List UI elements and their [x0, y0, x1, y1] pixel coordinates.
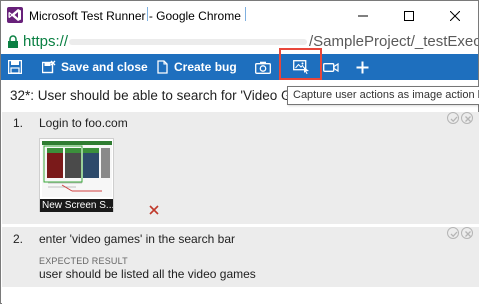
visual-studio-icon — [7, 7, 23, 23]
screenshot-attachment[interactable]: New Screen S... — [39, 138, 114, 212]
title-bar: Microsoft Test Runner - Google Chrome — [1, 1, 478, 31]
save-and-close-label: Save and close — [61, 60, 148, 74]
expected-result-label: EXPECTED RESULT — [39, 256, 128, 266]
save-icon — [8, 60, 22, 74]
plus-icon — [356, 61, 369, 73]
redacted-url-segment — [69, 39, 307, 45]
tooltip: Capture user actions as image action lo — [287, 86, 479, 105]
step-action: Login to foo.com — [39, 116, 128, 130]
lock-icon[interactable] — [7, 35, 19, 49]
minimize-button[interactable] — [340, 1, 386, 31]
fail-step-icon[interactable] — [461, 227, 473, 239]
create-bug-button[interactable]: Create bug — [157, 54, 237, 80]
step-status-controls — [447, 227, 473, 239]
step-status-controls — [447, 112, 473, 124]
pass-step-icon[interactable] — [447, 227, 459, 239]
test-step-2[interactable]: 2. enter 'video games' in the search bar… — [2, 227, 479, 287]
url-scheme: https:// — [23, 33, 69, 50]
save-and-close-button[interactable]: Save and close — [42, 54, 148, 80]
record-video-button[interactable] — [323, 54, 339, 80]
step-action: enter 'video games' in the search bar — [39, 232, 236, 246]
capture-screenshot-button[interactable] — [255, 54, 271, 80]
browser-window: Microsoft Test Runner - Google Chrome ht… — [0, 0, 479, 304]
add-button[interactable] — [356, 54, 369, 80]
close-button[interactable] — [432, 1, 478, 31]
save-button[interactable] — [8, 54, 24, 80]
delete-attachment-icon[interactable] — [148, 204, 160, 216]
window-title: Microsoft Test Runner - Google Chrome — [29, 9, 241, 23]
camera-icon — [255, 61, 271, 74]
test-step-1[interactable]: 1. Login to foo.com New Screen S... — [2, 112, 479, 224]
step-number: 2. — [13, 232, 24, 246]
step-number: 1. — [13, 116, 24, 130]
fail-step-icon[interactable] — [461, 112, 473, 124]
screenshot-thumbnail — [42, 141, 112, 197]
address-bar[interactable]: https:// /SampleProject/_testExecu — [1, 31, 478, 53]
toolbar-divider — [147, 7, 148, 21]
save-and-close-icon — [42, 60, 56, 74]
toolbar-divider — [245, 7, 246, 21]
test-case-title: 32*: User should be able to search for '… — [10, 88, 292, 103]
attachment-name: New Screen S... — [40, 199, 113, 212]
url-path: /SampleProject/_testExecu — [309, 33, 478, 50]
pass-step-icon[interactable] — [447, 112, 459, 124]
content-footer — [2, 287, 479, 304]
video-camera-icon — [323, 62, 339, 72]
highlight-box — [279, 48, 322, 80]
create-bug-icon — [157, 60, 168, 74]
create-bug-label: Create bug — [174, 60, 237, 74]
expected-result-text: user should be listed all the video game… — [39, 267, 256, 281]
maximize-button[interactable] — [386, 1, 432, 31]
